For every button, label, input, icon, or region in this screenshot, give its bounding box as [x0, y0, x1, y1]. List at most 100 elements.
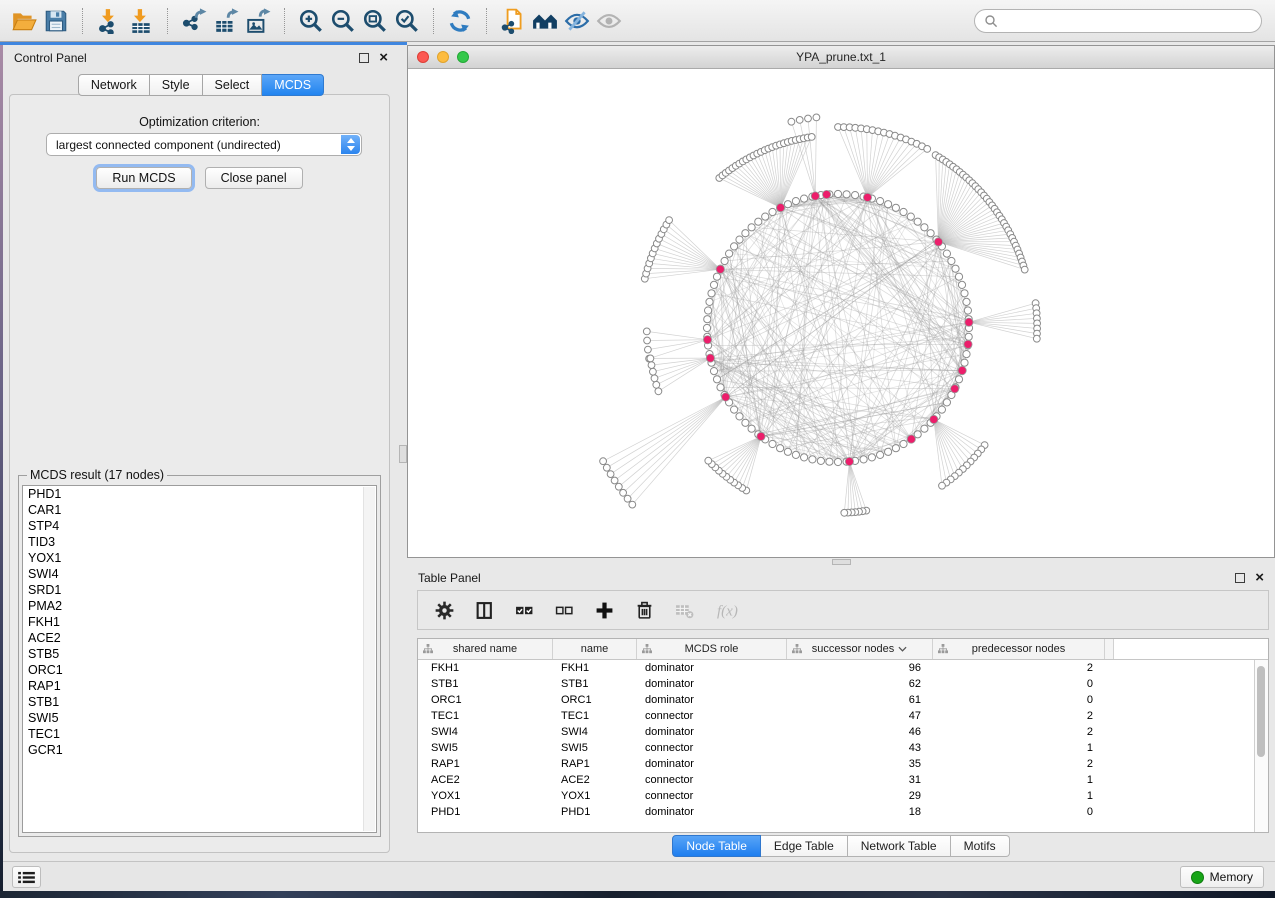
mcds-result-item[interactable]: SWI4 [23, 566, 376, 582]
unselect-all-icon[interactable] [555, 601, 574, 620]
mcds-result-item[interactable]: GCR1 [23, 742, 376, 758]
network-node[interactable] [952, 265, 959, 272]
network-node[interactable] [805, 115, 812, 122]
network-node[interactable] [784, 201, 791, 208]
network-node[interactable] [943, 399, 950, 406]
select-all-icon[interactable] [515, 601, 534, 620]
mcds-result-item[interactable]: SWI5 [23, 710, 376, 726]
import-table-icon[interactable] [125, 5, 157, 37]
network-node[interactable] [645, 346, 652, 353]
network-node[interactable] [900, 440, 907, 447]
network-node[interactable] [653, 381, 660, 388]
criterion-dropdown[interactable]: largest connected component (undirected) [46, 133, 362, 156]
network-node[interactable] [963, 351, 970, 358]
network-node[interactable] [777, 445, 784, 452]
network-node[interactable] [713, 376, 720, 383]
import-network-icon[interactable] [93, 5, 125, 37]
mcds-result-list[interactable]: PHD1CAR1STP4TID3YOX1SWI4SRD1PMA2FKH1ACE2… [22, 485, 377, 833]
table-row[interactable]: TEC1TEC1connector472 [418, 708, 1268, 724]
mcds-node[interactable] [907, 435, 915, 443]
mcds-result-item[interactable]: CAR1 [23, 502, 376, 518]
tab-network[interactable]: Network [78, 74, 150, 96]
network-node[interactable] [958, 281, 965, 288]
show-columns-icon[interactable] [475, 601, 494, 620]
tab-network-table[interactable]: Network Table [848, 835, 951, 857]
mcds-node[interactable] [777, 204, 785, 212]
mcds-node[interactable] [757, 432, 765, 440]
mcds-node[interactable] [706, 354, 714, 362]
network-node[interactable] [731, 406, 738, 413]
network-node[interactable] [603, 464, 610, 471]
network-node[interactable] [796, 117, 803, 124]
network-node[interactable] [843, 191, 850, 198]
network-node[interactable] [834, 458, 841, 465]
network-node[interactable] [813, 114, 820, 121]
network-node[interactable] [900, 208, 907, 215]
run-mcds-button[interactable]: Run MCDS [96, 167, 191, 189]
network-node[interactable] [852, 192, 859, 199]
table-row[interactable]: SWI5SWI5connector431 [418, 740, 1268, 756]
network-node[interactable] [817, 457, 824, 464]
network-node[interactable] [762, 213, 769, 220]
search-field[interactable] [974, 9, 1262, 33]
share-document-icon[interactable] [497, 5, 529, 37]
network-node[interactable] [769, 440, 776, 447]
network-node[interactable] [885, 201, 892, 208]
close-table-panel-icon[interactable]: × [1255, 573, 1264, 583]
table-row[interactable]: SWI4SWI4dominator462 [418, 724, 1268, 740]
export-table-icon[interactable] [210, 5, 242, 37]
mcds-result-item[interactable]: STB5 [23, 646, 376, 662]
network-node[interactable] [1021, 266, 1028, 273]
network-node[interactable] [892, 445, 899, 452]
network-node[interactable] [801, 195, 808, 202]
network-node[interactable] [615, 483, 622, 490]
network-node[interactable] [713, 273, 720, 280]
network-node[interactable] [708, 290, 715, 297]
delete-row-icon[interactable] [635, 601, 654, 620]
column-header-shared-name[interactable]: shared name [418, 639, 553, 659]
network-node[interactable] [784, 448, 791, 455]
network-node[interactable] [963, 298, 970, 305]
mcds-node[interactable] [703, 336, 711, 344]
zoom-out-icon[interactable] [327, 5, 359, 37]
network-node[interactable] [907, 213, 914, 220]
network-node[interactable] [748, 425, 755, 432]
network-node[interactable] [1033, 335, 1040, 342]
save-session-icon[interactable] [40, 5, 72, 37]
network-node[interactable] [600, 458, 607, 465]
network-node[interactable] [921, 425, 928, 432]
network-node[interactable] [877, 198, 884, 205]
mcds-node[interactable] [930, 415, 938, 423]
tab-edge-table[interactable]: Edge Table [761, 835, 848, 857]
network-node[interactable] [607, 471, 614, 478]
table-row[interactable]: FKH1FKH1dominator962 [418, 660, 1268, 676]
zoom-fit-icon[interactable] [359, 5, 391, 37]
close-panel-button[interactable]: Close panel [205, 167, 303, 189]
network-node[interactable] [943, 250, 950, 257]
network-node[interactable] [620, 489, 627, 496]
mcds-list-scrollbar[interactable] [363, 487, 375, 831]
minimize-window-button[interactable] [437, 51, 449, 63]
network-node[interactable] [792, 198, 799, 205]
open-file-icon[interactable] [8, 5, 40, 37]
column-header-name[interactable]: name [553, 639, 637, 659]
network-canvas[interactable] [408, 68, 1274, 557]
network-node[interactable] [961, 359, 968, 366]
network-node[interactable] [868, 454, 875, 461]
table-row[interactable]: STB1STB1dominator620 [418, 676, 1268, 692]
network-node[interactable] [961, 290, 968, 297]
network-node[interactable] [748, 224, 755, 231]
network-home-icon[interactable] [529, 5, 561, 37]
table-row[interactable]: RAP1RAP1dominator352 [418, 756, 1268, 772]
close-panel-icon[interactable]: × [379, 53, 388, 63]
vertical-splitter[interactable] [399, 45, 407, 861]
search-input[interactable] [998, 11, 1261, 31]
network-node[interactable] [927, 230, 934, 237]
network-node[interactable] [914, 431, 921, 438]
network-node[interactable] [629, 501, 636, 508]
network-node[interactable] [955, 273, 962, 280]
network-node[interactable] [706, 298, 713, 305]
network-node[interactable] [710, 281, 717, 288]
table-scrollbar[interactable] [1254, 660, 1268, 832]
network-node[interactable] [736, 413, 743, 420]
